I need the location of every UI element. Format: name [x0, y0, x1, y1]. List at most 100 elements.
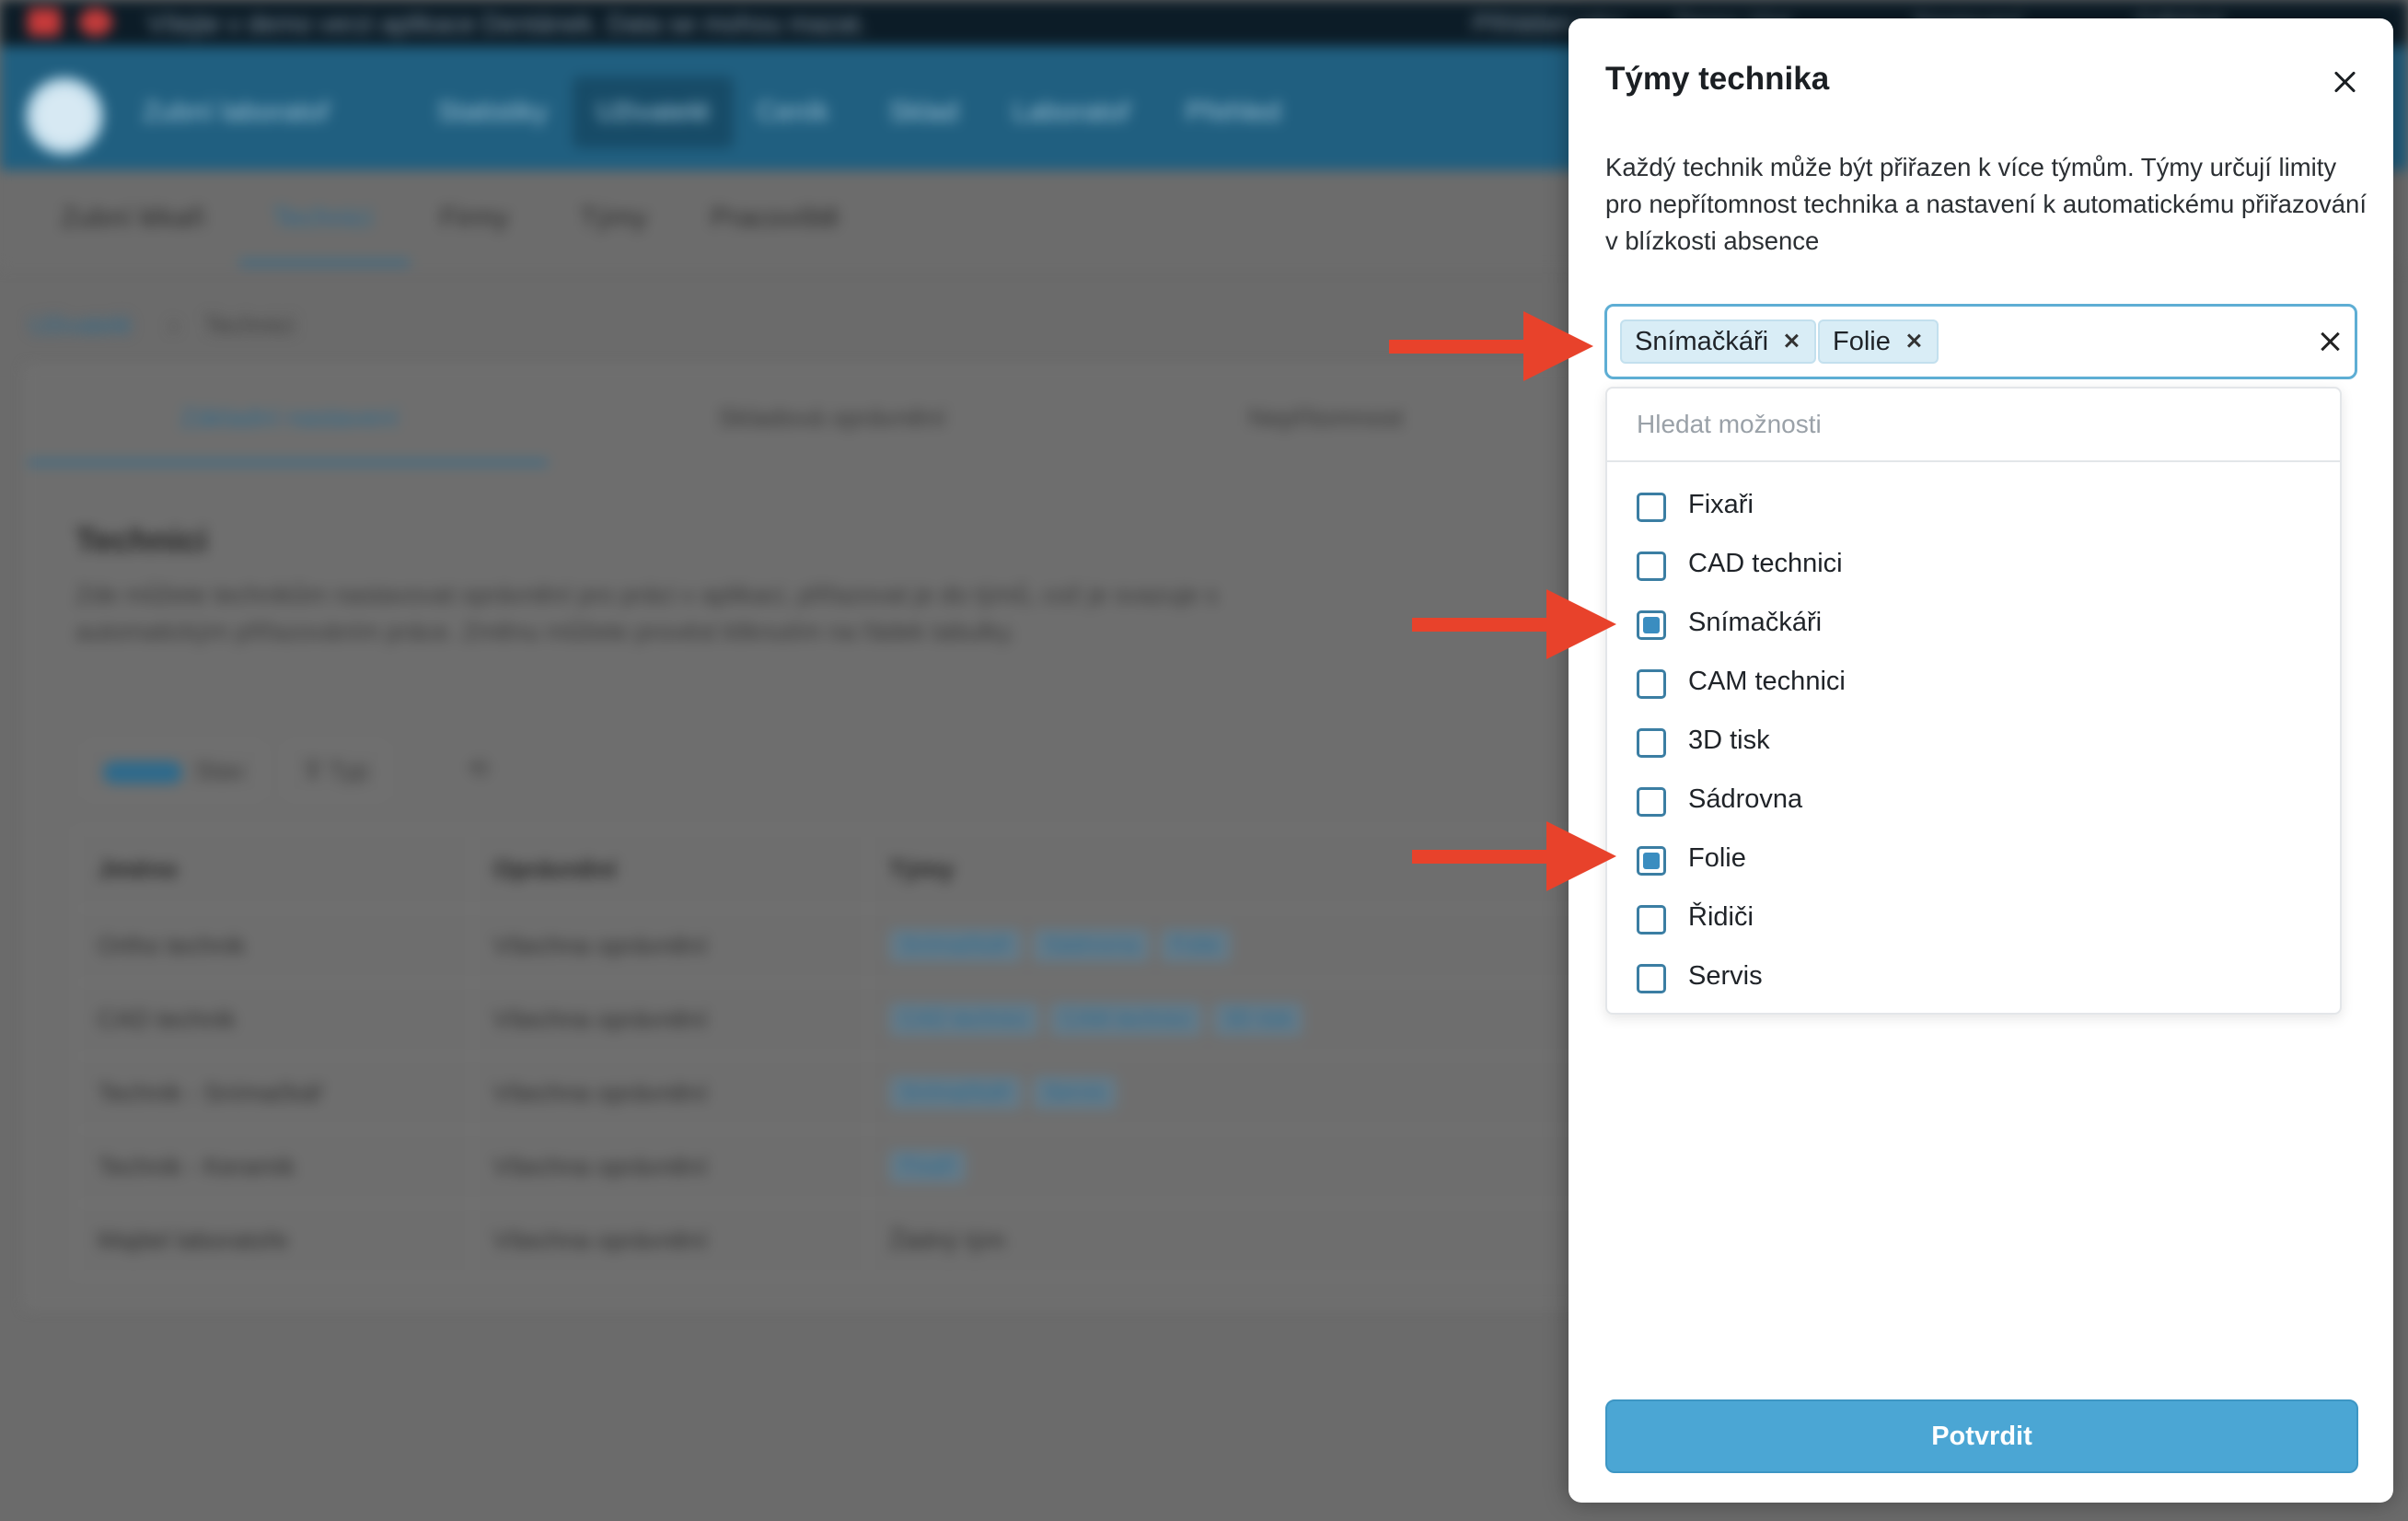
flag-cz-icon	[28, 8, 61, 36]
checkbox-icon[interactable]	[1637, 905, 1666, 935]
tab-stock-permissions[interactable]: Skladová oprávnění	[718, 403, 946, 433]
filter-status-button[interactable]: Stav	[85, 744, 264, 797]
close-icon[interactable]	[2321, 59, 2367, 105]
table-row[interactable]: Technik - Snímačkář Všechna oprávnění Sn…	[75, 1055, 1581, 1131]
teams-dropdown: Fixaři CAD technici Snímačkáři CAM techn…	[1605, 387, 2342, 1015]
cell-permissions: Všechna oprávnění	[471, 908, 869, 983]
team-tag: Fixaři	[889, 1150, 966, 1183]
chip-label: Snímačkáři	[1635, 327, 1769, 356]
technicians-table: Jméno Oprávnění Týmy Ortho technik Všech…	[75, 829, 1581, 1278]
checkbox-icon[interactable]	[1637, 552, 1666, 581]
subnav-dentists[interactable]: Zubní lékaři	[61, 203, 205, 234]
checkbox-icon[interactable]	[1637, 669, 1666, 699]
team-tag: Snímačkáři	[889, 1076, 1023, 1109]
option-label: Řidiči	[1688, 902, 1754, 932]
option-label: Snímačkáři	[1688, 608, 1823, 637]
arrow-right-icon	[1389, 311, 1593, 381]
checkbox-icon[interactable]	[1637, 728, 1666, 758]
option-cam-technici[interactable]: CAM technici	[1607, 652, 2340, 711]
checkbox-icon[interactable]	[1637, 787, 1666, 817]
option-folie[interactable]: Folie	[1607, 829, 2340, 888]
nav-item-lab[interactable]: Laboratoř	[1013, 97, 1130, 128]
option-label: 3D tisk	[1688, 726, 1770, 755]
nav-item-stock[interactable]: Sklad	[889, 97, 958, 128]
team-tag: Sádrovna	[1033, 929, 1150, 962]
breadcrumb-technicians: Technici	[204, 311, 295, 339]
option-label: Folie	[1688, 843, 1746, 873]
checkbox-icon[interactable]	[1637, 964, 1666, 993]
option-label: Sádrovna	[1688, 784, 1803, 814]
option-label: CAD technici	[1688, 549, 1843, 578]
team-tag: Folie	[1160, 929, 1231, 962]
breadcrumb-users[interactable]: Uživatelé	[29, 311, 132, 340]
reset-filters-button[interactable]: ⟲	[451, 744, 505, 797]
option-fixari[interactable]: Fixaři	[1607, 475, 2340, 534]
option-cad-technici[interactable]: CAD technici	[1607, 534, 2340, 593]
filter-status-label: Stav	[195, 757, 246, 784]
modal-description: Každý technik může být přiřazen k více t…	[1605, 153, 2367, 255]
tab-active-underline	[28, 460, 548, 465]
table-header-row: Jméno Oprávnění Týmy	[75, 829, 1581, 910]
option-snimackari[interactable]: Snímačkáři	[1607, 593, 2340, 652]
nav-item-pricelist[interactable]: Ceník	[757, 97, 828, 128]
chip-remove-icon[interactable]	[1781, 331, 1801, 351]
table-row[interactable]: Ortho technik Všechna oprávnění Snímačká…	[75, 908, 1581, 983]
chip-remove-icon[interactable]	[1904, 331, 1924, 351]
search-input[interactable]	[1607, 389, 2340, 462]
checkbox-checked-icon[interactable]	[1637, 610, 1666, 640]
column-header-name[interactable]: Jméno	[75, 829, 473, 910]
table-row[interactable]: Technik - Keramik Všechna oprávnění Fixa…	[75, 1129, 1581, 1204]
filter-type-label: Typ	[328, 757, 369, 784]
filter-type-button[interactable]: ⊽ Typ	[285, 744, 388, 797]
team-tag: CAD technici	[889, 1003, 1039, 1036]
filter-funnel-icon: ⊽	[304, 757, 329, 784]
nav-item-users[interactable]: Uživatelé	[573, 76, 735, 148]
nav-item-statistics[interactable]: Statistiky	[437, 97, 548, 128]
subnav-workplaces[interactable]: Pracoviště	[711, 203, 839, 234]
tab-basic-settings[interactable]: Základní nastavení	[180, 403, 399, 433]
cell-permissions: Všechna oprávnění	[471, 1202, 869, 1278]
option-3d-tisk[interactable]: 3D tisk	[1607, 711, 2340, 770]
cell-name: Majitel laboratoře	[75, 1202, 473, 1278]
cell-teams: Snímačkáři Sádrovna Folie	[867, 908, 1581, 983]
cell-teams: Snímačkáři Servis	[867, 1055, 1581, 1131]
column-header-permissions[interactable]: Oprávnění	[471, 829, 869, 910]
cell-teams: Žádný tým	[867, 1202, 1581, 1278]
selected-chip-snimackari: Snímačkáři	[1620, 319, 1817, 364]
cell-name: Ortho technik	[75, 908, 473, 983]
option-label: Servis	[1688, 961, 1763, 991]
flag-uk-icon	[79, 8, 112, 36]
nav-item-overview[interactable]: Přehled	[1186, 97, 1280, 128]
arrow-right-icon	[1412, 589, 1616, 659]
cell-name: Technik - Snímačkář	[75, 1055, 473, 1131]
option-sadrovna[interactable]: Sádrovna	[1607, 770, 2340, 829]
table-row[interactable]: Majitel laboratoře Všechna oprávnění Žád…	[75, 1202, 1581, 1278]
option-ridici[interactable]: Řidiči	[1607, 888, 2340, 946]
option-label: Fixaři	[1688, 490, 1754, 519]
checkbox-checked-icon[interactable]	[1637, 846, 1666, 876]
cell-permissions: Všechna oprávnění	[471, 1055, 869, 1131]
team-tag: CAM technici	[1049, 1003, 1203, 1036]
subnav-companies[interactable]: Firmy	[440, 203, 509, 234]
checkbox-icon[interactable]	[1637, 493, 1666, 522]
table-row[interactable]: CAD technik Všechna oprávnění CAD techni…	[75, 981, 1581, 1057]
subnav-teams[interactable]: Týmy	[580, 203, 647, 234]
option-servis[interactable]: Servis	[1607, 946, 2340, 1005]
team-tag: Snímačkáři	[889, 929, 1023, 962]
cell-teams: Fixaři	[867, 1129, 1581, 1204]
team-tag: Servis	[1033, 1076, 1117, 1109]
cell-permissions: Všechna oprávnění	[471, 1129, 869, 1204]
notice-text: Vítejte v demo verzi aplikace Dentánek. …	[147, 9, 867, 38]
app-logo[interactable]	[26, 77, 103, 155]
breadcrumb-separator: ›	[169, 311, 178, 339]
tab-absence[interactable]: Nepřítomnost	[1248, 403, 1403, 433]
subnav-technicians[interactable]: Technici	[272, 203, 372, 234]
cell-teams: CAD technici CAM technici 3D tisk	[867, 981, 1581, 1057]
confirm-button[interactable]: Potvrdit	[1605, 1399, 2358, 1473]
reset-icon: ⟲	[468, 755, 489, 783]
clear-all-icon[interactable]	[2316, 327, 2345, 356]
teams-multiselect[interactable]: Snímačkáři Folie	[1604, 304, 2357, 379]
teams-modal: Týmy technika Každý technik může být při…	[1569, 18, 2393, 1503]
option-label: CAM technici	[1688, 667, 1846, 696]
chip-label: Folie	[1833, 327, 1891, 356]
